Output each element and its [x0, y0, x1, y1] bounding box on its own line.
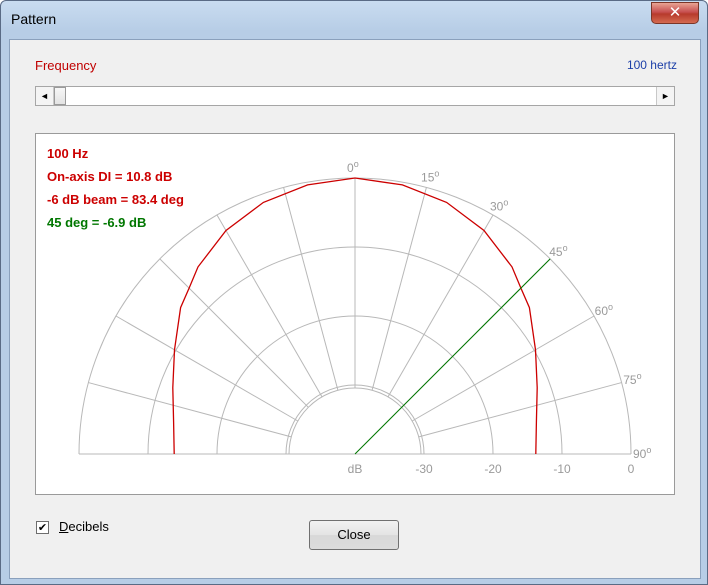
- grid-spoke: [411, 315, 595, 422]
- grid-spoke: [216, 214, 323, 398]
- window-close-button[interactable]: ✕: [651, 2, 699, 24]
- grid-spoke: [418, 382, 622, 438]
- radial-tick-label: 0: [628, 462, 635, 476]
- close-button[interactable]: Close: [309, 520, 399, 550]
- decibels-label-rest: ecibels: [68, 519, 109, 534]
- info-beam-width: -6 dB beam = 83.4 deg: [47, 192, 184, 207]
- angle-degree-mark: o: [608, 302, 613, 312]
- radial-tick-label: dB: [348, 462, 363, 476]
- grid-spoke: [283, 187, 339, 391]
- grid-spoke: [387, 214, 494, 398]
- polar-pattern-plot: 0o 15o 30o 45o 60o 75o 90o dB -30 -20 -10 0 100 Hz …: [35, 133, 675, 495]
- frequency-value: 100 hertz: [626, 58, 677, 72]
- angle-degree-mark: o: [563, 243, 568, 253]
- radial-tick-label: -30: [415, 462, 433, 476]
- angle-tick-label: 75o: [623, 371, 641, 387]
- radial-tick-label: -10: [553, 462, 571, 476]
- window-title: Pattern: [11, 11, 57, 27]
- pattern-window: Pattern ✕ Frequency 100 hertz ◄ ► 0o 15o 3…: [0, 0, 708, 585]
- decibels-checkbox-label: Decibels: [59, 519, 109, 534]
- angle-degree-mark: o: [637, 371, 642, 381]
- radial-tick-label: -20: [484, 462, 502, 476]
- angle-tick-label: 15o: [421, 169, 439, 185]
- info-45deg-level: 45 deg = -6.9 dB: [47, 215, 147, 230]
- frequency-scrollbar[interactable]: ◄ ►: [35, 86, 675, 106]
- grid-arc-1: [285, 384, 425, 455]
- angle-degree-mark: o: [503, 197, 508, 207]
- scroll-left-arrow-icon[interactable]: ◄: [36, 87, 54, 105]
- info-frequency: 100 Hz: [47, 146, 89, 161]
- info-on-axis-di: On-axis DI = 10.8 dB: [47, 169, 173, 184]
- angle-degree-mark: o: [646, 445, 651, 455]
- angle-tick-label: 30o: [490, 197, 508, 213]
- decibels-accelerator: D: [59, 519, 69, 534]
- polar-chart-svg: 0o 15o 30o 45o 60o 75o 90o dB -30 -20 -10 0: [78, 159, 651, 476]
- grid-spoke: [371, 187, 427, 391]
- dialog-client-area: Frequency 100 hertz ◄ ► 0o 15o 30o 45o 60o 75…: [9, 39, 701, 579]
- angle-degree-mark: o: [354, 159, 359, 169]
- angle-tick-label: 60o: [595, 302, 613, 318]
- angle-tick-label: 45o: [549, 243, 567, 259]
- grid-spoke: [115, 315, 299, 422]
- scroll-right-arrow-icon[interactable]: ►: [656, 87, 674, 105]
- grid-arc-center: [288, 387, 422, 455]
- angle-degree-mark: o: [434, 169, 439, 179]
- scroll-thumb[interactable]: [54, 87, 66, 105]
- reference-line-45deg: [354, 258, 551, 455]
- title-bar[interactable]: Pattern ✕: [1, 1, 707, 39]
- grid-spoke: [159, 258, 309, 408]
- decibels-checkbox-box[interactable]: ✔: [36, 521, 49, 534]
- angle-tick-label: 0o: [347, 159, 359, 175]
- grid-spoke: [88, 382, 292, 438]
- frequency-label: Frequency: [35, 58, 97, 73]
- angle-tick-label: 90o: [633, 445, 651, 461]
